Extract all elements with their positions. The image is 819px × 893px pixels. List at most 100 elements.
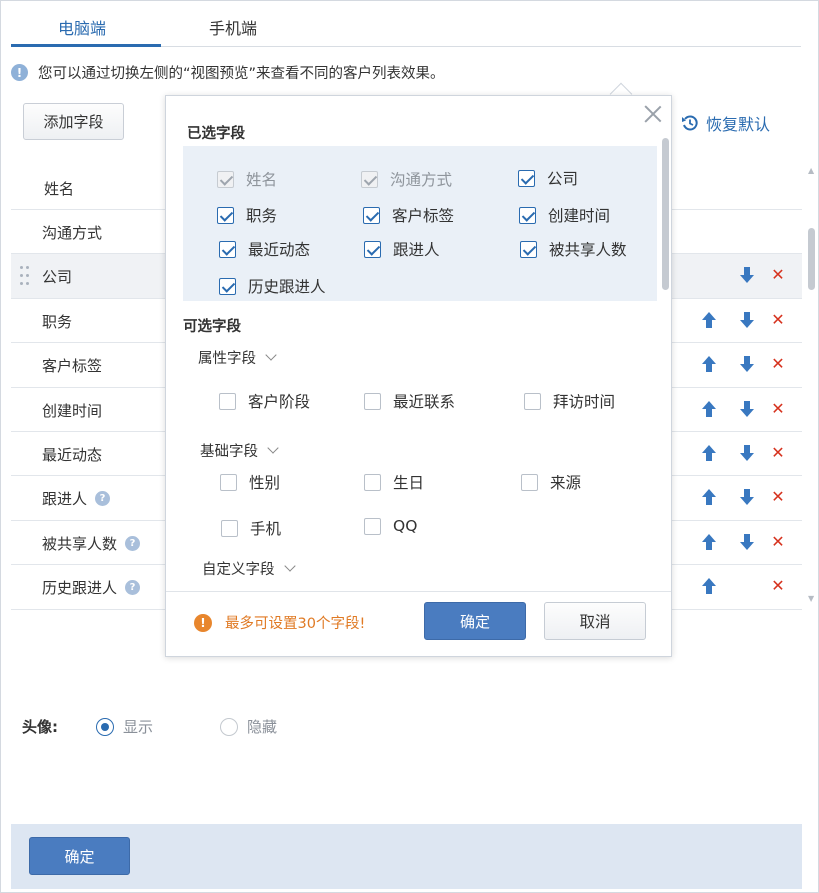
scroll-thumb[interactable] <box>808 228 815 290</box>
field-label: 创建时间 <box>42 401 103 420</box>
close-icon[interactable] <box>642 103 664 125</box>
delete-icon[interactable]: ✕ <box>770 355 786 373</box>
confirm-button[interactable]: 确定 <box>29 837 130 875</box>
group-attribute-fields[interactable]: 属性字段 <box>198 347 277 368</box>
checkbox[interactable] <box>219 240 236 258</box>
option-gender[interactable]: 性别 <box>220 471 280 493</box>
checkbox[interactable] <box>220 473 237 491</box>
avatar-hide-radio[interactable] <box>220 717 239 736</box>
delete-icon[interactable]: ✕ <box>770 399 786 418</box>
move-down-icon[interactable] <box>739 444 755 462</box>
checkbox[interactable] <box>364 392 381 410</box>
move-up-icon[interactable] <box>701 311 717 329</box>
option-customer-stage[interactable]: 客户阶段 <box>219 390 310 412</box>
checkbox[interactable] <box>221 519 238 537</box>
checkbox[interactable] <box>363 206 380 224</box>
delete-icon[interactable]: ✕ <box>770 266 786 284</box>
option-source[interactable]: 来源 <box>521 471 581 493</box>
move-up-icon[interactable] <box>701 577 717 595</box>
selected-field-name: 姓名 <box>217 168 277 190</box>
field-picker-popover: 已选字段 姓名 沟通方式 公司 职务 客户标签 创建时间 最近动态 跟进人 被共… <box>165 95 672 657</box>
restore-icon <box>682 115 698 131</box>
selected-field-shared-count[interactable]: 被共享人数 <box>520 238 627 260</box>
group-basic-fields[interactable]: 基础字段 <box>200 440 279 461</box>
scroll-down-icon[interactable]: ▼ <box>808 594 814 603</box>
scroll-up-icon[interactable]: ▲ <box>808 166 814 175</box>
move-up-icon[interactable] <box>701 400 717 418</box>
footer-bar: 确定 <box>11 824 802 889</box>
field-label: 跟进人? <box>42 488 111 509</box>
delete-icon[interactable]: ✕ <box>770 532 786 551</box>
delete-icon[interactable]: ✕ <box>770 488 786 506</box>
warning-icon: ! <box>194 613 212 632</box>
selected-field-recent-activity[interactable]: 最近动态 <box>219 238 310 260</box>
move-up-icon[interactable] <box>701 355 717 373</box>
checkbox[interactable] <box>219 392 236 410</box>
move-up-icon[interactable] <box>701 444 717 462</box>
popover-confirm-button[interactable]: 确定 <box>424 602 526 640</box>
checkbox[interactable] <box>217 206 234 224</box>
option-birthday[interactable]: 生日 <box>364 471 424 493</box>
help-icon[interactable]: ? <box>95 491 111 507</box>
checkbox[interactable] <box>518 169 535 187</box>
field-label: 职务 <box>42 312 73 331</box>
checkbox[interactable] <box>519 206 536 224</box>
help-icon[interactable]: ? <box>125 535 141 551</box>
field-label: 最近动态 <box>42 445 103 464</box>
info-icon: ! <box>11 64 28 81</box>
checkbox <box>361 170 378 188</box>
add-field-button[interactable]: 添加字段 <box>23 103 124 140</box>
chevron-down-icon <box>265 349 277 361</box>
move-up-icon[interactable] <box>701 533 717 551</box>
move-down-icon[interactable] <box>739 355 755 373</box>
selected-fields-title: 已选字段 <box>187 126 245 142</box>
avatar-hide-label[interactable]: 隐藏 <box>247 716 277 737</box>
popover-scrollbar[interactable] <box>662 138 669 290</box>
checkbox[interactable] <box>520 240 537 258</box>
move-down-icon[interactable] <box>739 533 755 551</box>
selected-field-history-follower[interactable]: 历史跟进人 <box>219 275 326 297</box>
group-custom-fields[interactable]: 自定义字段 <box>202 558 296 579</box>
selected-field-title[interactable]: 职务 <box>217 204 277 226</box>
avatar-label: 头像: <box>22 718 58 736</box>
tab-mobile[interactable]: 手机端 <box>209 15 257 39</box>
view-tabs: 电脑端 手机端 <box>11 1 801 47</box>
chevron-down-icon <box>267 442 279 454</box>
popover-cancel-button[interactable]: 取消 <box>544 602 646 640</box>
restore-default-button[interactable]: 恢复默认 <box>681 111 770 135</box>
field-label: 客户标签 <box>42 357 103 376</box>
option-visit-time[interactable]: 拜访时间 <box>524 390 615 412</box>
checkbox[interactable] <box>364 240 381 258</box>
checkbox[interactable] <box>364 473 381 491</box>
move-down-icon[interactable] <box>739 488 755 506</box>
drag-handle-icon[interactable] <box>20 265 30 287</box>
option-mobile[interactable]: 手机 <box>221 517 281 539</box>
avatar-show-radio[interactable] <box>96 717 114 736</box>
delete-icon[interactable]: ✕ <box>770 443 786 462</box>
delete-icon[interactable]: ✕ <box>770 310 786 329</box>
selected-field-customer-tag[interactable]: 客户标签 <box>363 204 454 226</box>
selected-field-follower[interactable]: 跟进人 <box>364 238 440 260</box>
move-up-icon[interactable] <box>701 488 717 506</box>
active-tab-indicator <box>11 44 161 47</box>
option-qq[interactable]: QQ <box>364 517 417 535</box>
tab-pc[interactable]: 电脑端 <box>58 15 106 39</box>
checkbox[interactable] <box>364 517 381 535</box>
avatar-show-label[interactable]: 显示 <box>123 716 153 737</box>
warning-text: 最多可设置30个字段! <box>225 616 366 632</box>
move-down-icon[interactable] <box>739 311 755 329</box>
delete-icon[interactable]: ✕ <box>770 577 786 595</box>
field-label: 沟通方式 <box>42 224 103 242</box>
move-down-icon[interactable] <box>739 266 755 284</box>
popover-footer: ! 最多可设置30个字段! 确定 取消 <box>166 591 671 656</box>
option-recent-contact[interactable]: 最近联系 <box>364 390 455 412</box>
move-down-icon[interactable] <box>739 400 755 418</box>
checkbox[interactable] <box>521 473 538 491</box>
help-icon[interactable]: ? <box>125 580 141 596</box>
field-label: 被共享人数? <box>42 533 141 554</box>
selected-field-company[interactable]: 公司 <box>518 167 578 189</box>
checkbox[interactable] <box>524 392 541 410</box>
list-scrollbar[interactable]: ▲ ▼ <box>807 166 816 606</box>
checkbox[interactable] <box>219 277 236 295</box>
selected-field-created-time[interactable]: 创建时间 <box>519 204 610 226</box>
